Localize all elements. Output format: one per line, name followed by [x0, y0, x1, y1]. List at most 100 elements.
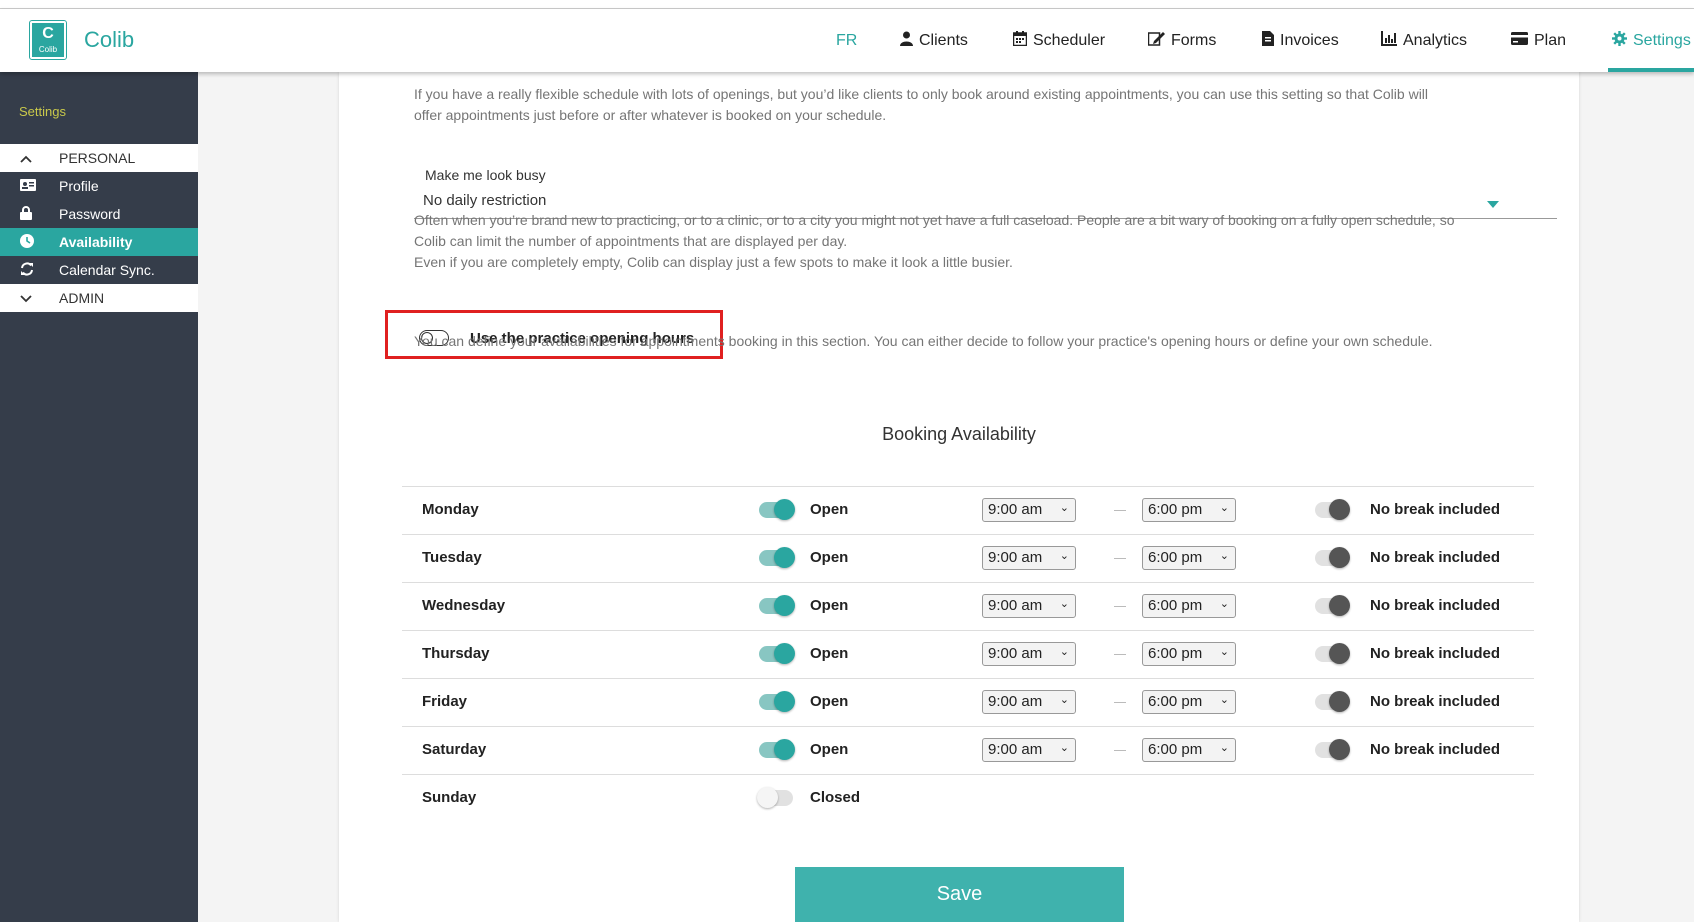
break-toggle[interactable] — [1315, 643, 1350, 664]
closed-status: Closed — [810, 789, 861, 806]
nav-clients-label: Clients — [919, 31, 968, 49]
busy-select-value[interactable]: No daily restriction — [423, 192, 546, 209]
start-time-select[interactable]: 9:00 am ⌄ — [982, 594, 1076, 618]
table-row: Thursday Open 9:00 am ⌄ 6:00 pm ⌄ No break… — [402, 630, 1534, 678]
nav-analytics[interactable]: Analytics — [1381, 9, 1467, 72]
open-status: Open — [810, 741, 849, 758]
save-button[interactable]: Save — [795, 867, 1124, 922]
chevron-down-icon: ⌄ — [1219, 742, 1229, 754]
edit-form-icon — [1147, 31, 1165, 50]
start-time-select[interactable]: 9:00 am ⌄ — [982, 738, 1076, 762]
sidebar-item-label: Password — [59, 206, 121, 222]
toggle-knob — [1329, 547, 1350, 568]
break-toggle[interactable] — [1315, 547, 1350, 568]
end-time-select[interactable]: 6:00 pm ⌄ — [1142, 594, 1236, 618]
sidebar-item-password[interactable]: Password — [0, 200, 198, 228]
start-time-value: 9:00 am — [988, 645, 1043, 662]
nav-plan[interactable]: Plan — [1511, 9, 1566, 72]
open-toggle[interactable] — [759, 595, 795, 616]
busy-field-label: Make me look busy — [425, 167, 546, 183]
user-icon — [900, 31, 913, 50]
logo-letter: C — [42, 25, 54, 42]
sidebar-item-profile[interactable]: Profile — [0, 172, 198, 200]
end-time-value: 6:00 pm — [1148, 741, 1203, 758]
nav-clients[interactable]: Clients — [900, 9, 968, 72]
nav-scheduler[interactable]: Scheduler — [1012, 9, 1105, 72]
chevron-down-icon — [0, 290, 59, 306]
sidebar-section-admin[interactable]: ADMIN — [0, 284, 198, 312]
open-status: Open — [810, 645, 849, 662]
chevron-down-icon: ⌄ — [1219, 550, 1229, 562]
end-time-select[interactable]: 6:00 pm ⌄ — [1142, 642, 1236, 666]
chevron-down-icon: ⌄ — [1059, 646, 1069, 658]
sidebar-section-personal[interactable]: PERSONAL — [0, 144, 198, 172]
nav-invoices[interactable]: Invoices — [1262, 9, 1339, 72]
sidebar-item-label: Calendar Sync. — [59, 262, 155, 278]
start-time-select[interactable]: 9:00 am ⌄ — [982, 690, 1076, 714]
chevron-down-icon: ⌄ — [1219, 598, 1229, 610]
sidebar-item-calendar-sync[interactable]: Calendar Sync. — [0, 256, 198, 284]
open-toggle[interactable] — [759, 739, 795, 760]
intro-line-2: offer appointments just before or after … — [414, 107, 887, 123]
chart-icon — [1381, 31, 1397, 50]
open-toggle[interactable] — [759, 499, 795, 520]
break-toggle[interactable] — [1315, 691, 1350, 712]
nav-analytics-label: Analytics — [1403, 31, 1468, 49]
toggle-knob — [774, 547, 795, 568]
sidebar-item-availability[interactable]: Availability — [0, 228, 198, 256]
start-time-value: 9:00 am — [988, 741, 1043, 758]
nav-settings[interactable]: Settings — [1612, 9, 1691, 72]
end-time-select[interactable]: 6:00 pm ⌄ — [1142, 546, 1236, 570]
colib-logo[interactable]: C Colib — [29, 20, 67, 60]
calendar-icon — [1012, 31, 1028, 50]
break-toggle[interactable] — [1315, 499, 1350, 520]
busy-help-text: Often when you’re brand new to practicin… — [414, 210, 1549, 273]
chevron-down-icon: ⌄ — [1219, 502, 1229, 514]
table-row: Monday Open 9:00 am ⌄ 6:00 pm ⌄ No break i… — [402, 486, 1534, 534]
start-time-value: 9:00 am — [988, 597, 1043, 614]
start-time-select[interactable]: 9:00 am ⌄ — [982, 498, 1076, 522]
sidebar-item-label: PERSONAL — [59, 150, 136, 166]
toggle-knob — [774, 499, 795, 520]
nav-settings-label: Settings — [1633, 31, 1691, 49]
lock-icon — [0, 205, 59, 223]
time-separator — [1114, 558, 1126, 559]
break-toggle[interactable] — [1315, 739, 1350, 760]
time-separator — [1114, 510, 1126, 511]
toggle-knob — [1329, 595, 1350, 616]
nav-forms[interactable]: Forms — [1147, 9, 1216, 72]
chevron-down-icon: ⌄ — [1059, 742, 1069, 754]
sidebar-item-label: Availability — [59, 234, 133, 250]
open-toggle[interactable] — [759, 643, 795, 664]
chevron-down-icon: ⌄ — [1059, 598, 1069, 610]
time-separator — [1114, 606, 1126, 607]
language-switch-fr[interactable]: FR — [836, 9, 857, 72]
time-separator — [1114, 702, 1126, 703]
break-toggle[interactable] — [1315, 595, 1350, 616]
booking-availability-title: Booking Availability — [882, 424, 1036, 444]
day-label: Tuesday — [422, 549, 482, 566]
end-time-select[interactable]: 6:00 pm ⌄ — [1142, 498, 1236, 522]
active-nav-underline — [1608, 68, 1694, 72]
toggle-knob — [757, 787, 778, 808]
break-label: No break included — [1370, 645, 1501, 662]
open-toggle[interactable] — [757, 787, 793, 808]
caret-down-icon[interactable] — [1487, 201, 1499, 208]
gear-icon — [1612, 31, 1627, 50]
nav-invoices-label: Invoices — [1280, 31, 1339, 49]
start-time-select[interactable]: 9:00 am ⌄ — [982, 642, 1076, 666]
end-time-select[interactable]: 6:00 pm ⌄ — [1142, 690, 1236, 714]
open-toggle[interactable] — [759, 691, 795, 712]
open-status: Open — [810, 597, 849, 614]
logo-small-text: Colib — [38, 45, 58, 54]
table-row: Tuesday Open 9:00 am ⌄ 6:00 pm ⌄ No break … — [402, 534, 1534, 582]
start-time-value: 9:00 am — [988, 549, 1043, 566]
invoice-icon — [1262, 31, 1274, 50]
brand-name[interactable]: Colib — [84, 27, 134, 53]
start-time-select[interactable]: 9:00 am ⌄ — [982, 546, 1076, 570]
availability-table: Monday Open 9:00 am ⌄ 6:00 pm ⌄ No break i… — [402, 486, 1534, 822]
break-label: No break included — [1370, 501, 1501, 518]
end-time-select[interactable]: 6:00 pm ⌄ — [1142, 738, 1236, 762]
open-toggle[interactable] — [759, 547, 795, 568]
break-label: No break included — [1370, 741, 1501, 758]
